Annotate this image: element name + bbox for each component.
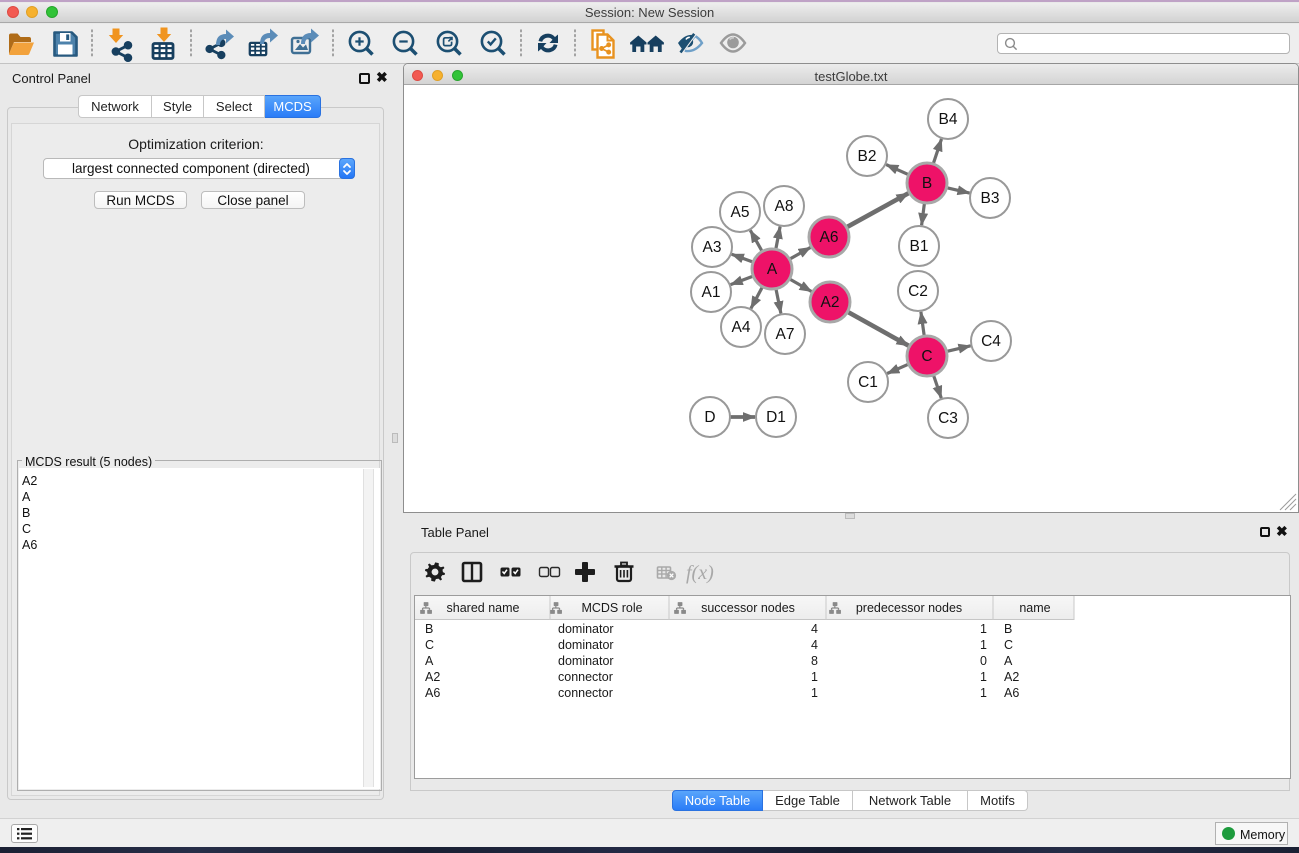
svg-text:C2: C2 xyxy=(908,283,928,300)
svg-text:1: 1 xyxy=(980,622,987,636)
svg-text:D1: D1 xyxy=(766,409,786,426)
svg-text:C: C xyxy=(1004,638,1013,652)
svg-text:A1: A1 xyxy=(702,284,721,301)
svg-text:dominator: dominator xyxy=(558,622,614,636)
svg-text:A: A xyxy=(1004,654,1013,668)
svg-text:dominator: dominator xyxy=(558,654,614,668)
svg-text:A: A xyxy=(767,261,778,278)
svg-text:4: 4 xyxy=(811,638,818,652)
svg-text:B: B xyxy=(425,622,433,636)
svg-text:A4: A4 xyxy=(732,319,751,336)
svg-text:8: 8 xyxy=(811,654,818,668)
svg-text:B3: B3 xyxy=(981,190,1000,207)
svg-text:C1: C1 xyxy=(858,374,878,391)
svg-text:B4: B4 xyxy=(939,111,958,128)
svg-text:A6: A6 xyxy=(820,229,839,246)
svg-text:C4: C4 xyxy=(981,333,1001,350)
svg-text:dominator: dominator xyxy=(558,638,614,652)
svg-text:A3: A3 xyxy=(703,239,722,256)
svg-text:A8: A8 xyxy=(775,198,794,215)
svg-text:MCDS role: MCDS role xyxy=(581,601,642,615)
svg-text:D: D xyxy=(704,409,715,426)
svg-text:A6: A6 xyxy=(425,686,440,700)
svg-text:A5: A5 xyxy=(731,204,750,221)
svg-text:connector: connector xyxy=(558,686,613,700)
svg-text:1: 1 xyxy=(811,686,818,700)
svg-text:B2: B2 xyxy=(858,148,877,165)
svg-text:1: 1 xyxy=(980,638,987,652)
svg-text:A2: A2 xyxy=(425,670,440,684)
svg-text:1: 1 xyxy=(980,686,987,700)
svg-text:predecessor nodes: predecessor nodes xyxy=(856,601,962,615)
svg-text:1: 1 xyxy=(811,670,818,684)
svg-text:A7: A7 xyxy=(776,326,795,343)
svg-text:shared name: shared name xyxy=(447,601,520,615)
svg-text:C: C xyxy=(921,348,932,365)
svg-text:0: 0 xyxy=(980,654,987,668)
svg-text:successor nodes: successor nodes xyxy=(701,601,795,615)
svg-text:C: C xyxy=(425,638,434,652)
svg-text:name: name xyxy=(1019,601,1050,615)
svg-text:connector: connector xyxy=(558,670,613,684)
svg-text:A2: A2 xyxy=(821,294,840,311)
svg-text:A6: A6 xyxy=(1004,686,1019,700)
svg-text:4: 4 xyxy=(811,622,818,636)
svg-text:A2: A2 xyxy=(1004,670,1019,684)
svg-text:f(x): f(x) xyxy=(686,562,714,584)
svg-text:C3: C3 xyxy=(938,410,958,427)
svg-text:A: A xyxy=(425,654,434,668)
svg-text:B: B xyxy=(1004,622,1012,636)
svg-text:1: 1 xyxy=(980,670,987,684)
svg-text:B1: B1 xyxy=(910,238,929,255)
svg-text:B: B xyxy=(922,175,932,192)
